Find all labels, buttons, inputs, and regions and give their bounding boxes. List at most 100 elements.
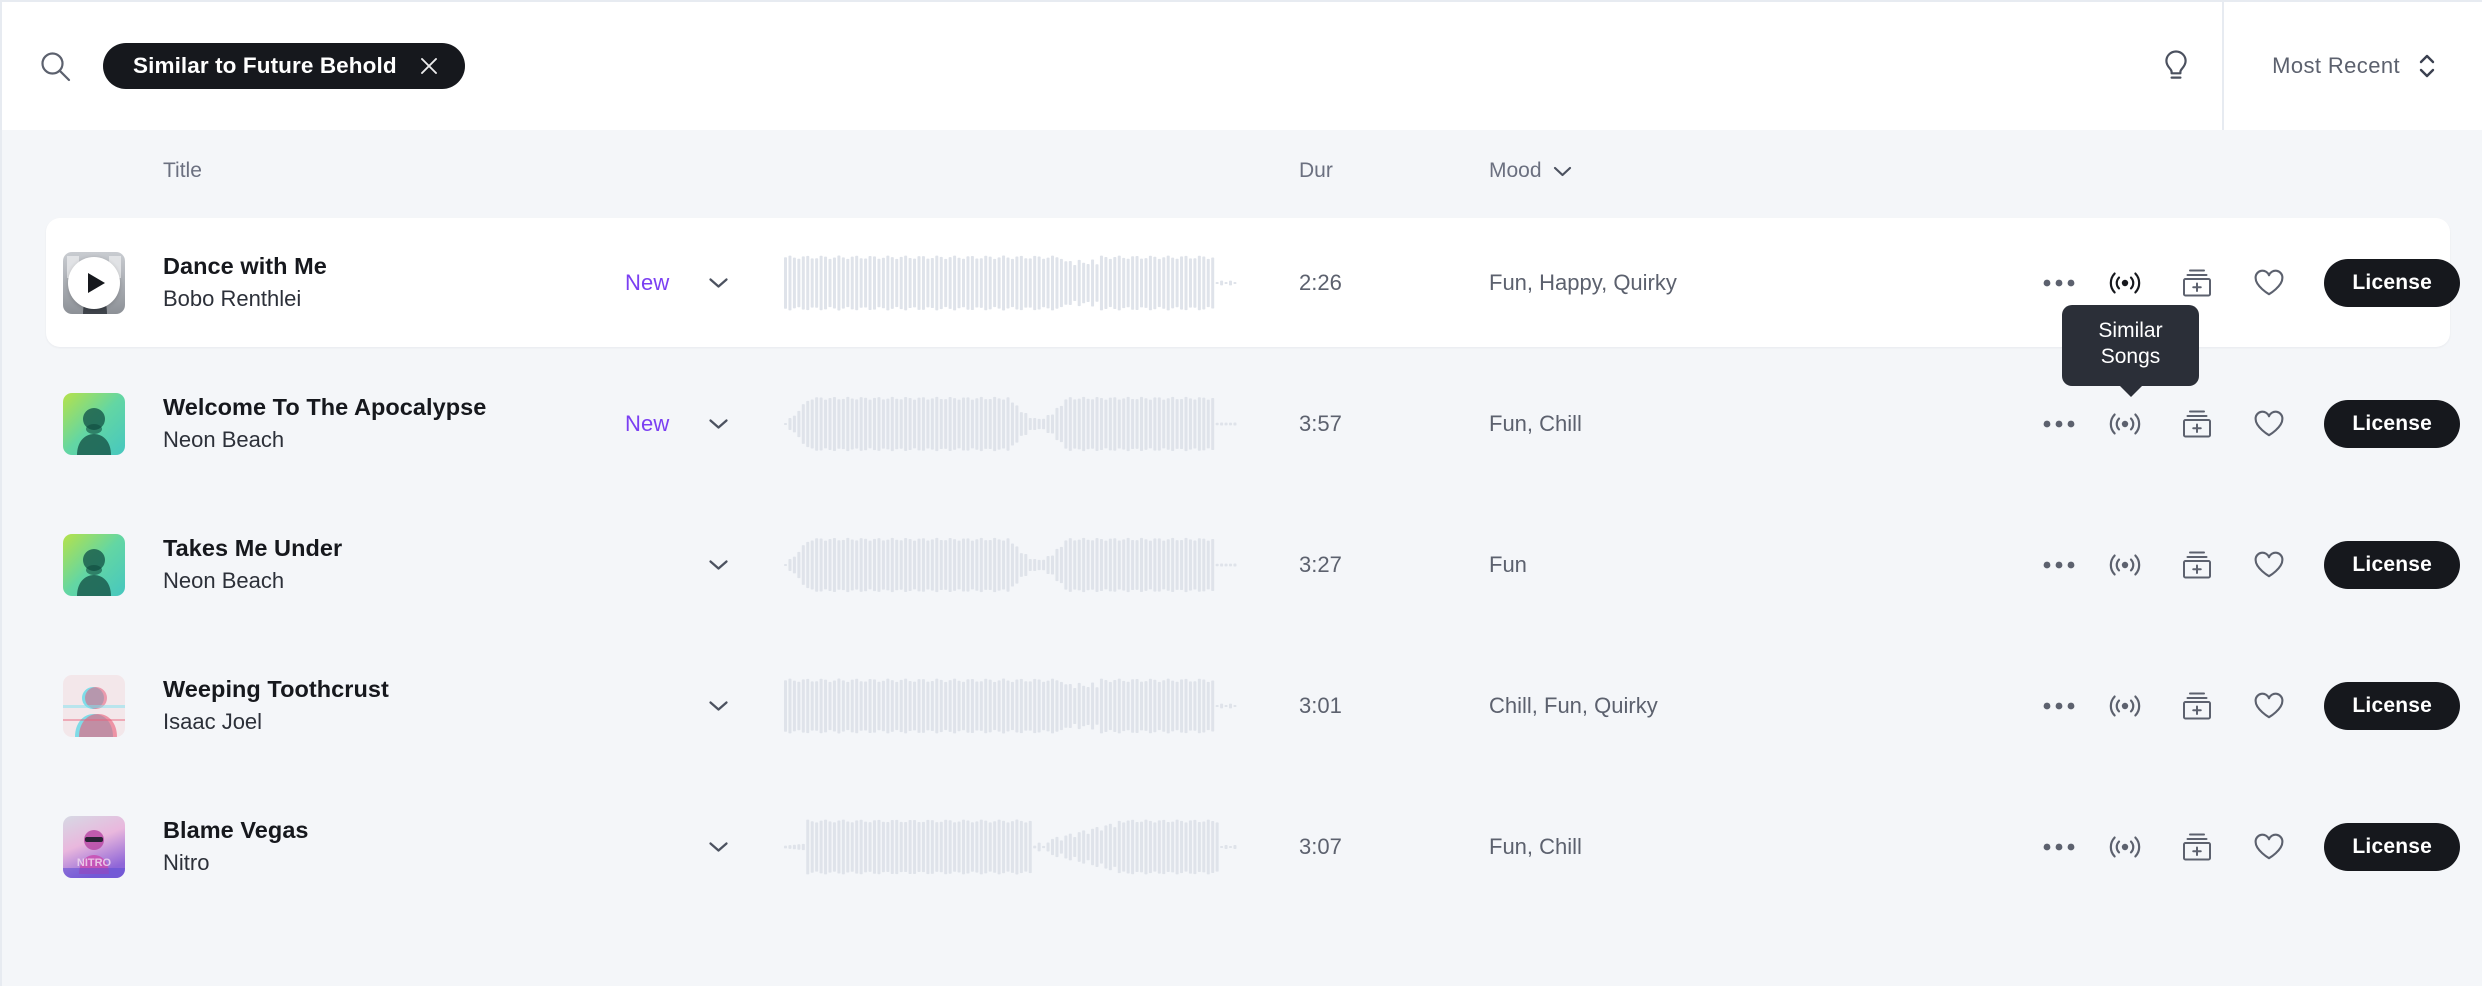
similar-songs-icon[interactable] [2094, 268, 2156, 298]
waveform[interactable] [784, 819, 1242, 875]
expand-row-chevron-icon[interactable] [708, 558, 729, 571]
track-artwork-wrap [63, 392, 125, 455]
track-title: Dance with Me [163, 253, 327, 279]
table-column-headers: Title Dur Mood [2, 130, 2482, 212]
track-title: Welcome To The Apocalypse [163, 394, 487, 420]
row-content: Weeping Toothcrust Isaac Joel 3:01 Chill… [2, 635, 2482, 776]
add-to-playlist-icon[interactable] [2166, 550, 2228, 580]
sort-control[interactable]: Most Recent [2224, 2, 2482, 130]
track-artwork [63, 533, 125, 596]
ellipsis-icon[interactable] [2028, 419, 2090, 429]
track-artwork [63, 674, 125, 737]
track-artwork [63, 392, 125, 455]
track-artist: Neon Beach [163, 427, 285, 452]
sort-updown-icon [2418, 52, 2436, 80]
waveform[interactable] [784, 396, 1242, 452]
expand-row-chevron-icon[interactable] [708, 699, 729, 712]
track-row-list: Dance with Me Bobo Renthlei New 2:26 Fun… [2, 212, 2482, 917]
heart-icon[interactable] [2238, 832, 2300, 861]
track-title: Blame Vegas [163, 817, 309, 843]
heart-icon[interactable] [2238, 691, 2300, 720]
track-mood: Chill, Fun, Quirky [1489, 692, 1658, 718]
row-content: Welcome To The Apocalypse Neon Beach New… [2, 353, 2482, 494]
close-icon[interactable] [419, 56, 439, 76]
lightbulb-icon[interactable] [2130, 2, 2222, 130]
track-artist: Isaac Joel [163, 709, 263, 734]
table-row[interactable]: Weeping Toothcrust Isaac Joel 3:01 Chill… [2, 635, 2482, 776]
track-badge-column: New [625, 270, 755, 296]
similar-songs-icon[interactable] [2094, 691, 2156, 721]
track-meta: Dance with Me Bobo Renthlei [163, 253, 327, 312]
ellipsis-icon[interactable] [2028, 701, 2090, 711]
track-mood: Fun [1489, 551, 1527, 577]
waveform[interactable] [784, 678, 1242, 734]
track-meta: Blame Vegas Nitro [163, 817, 309, 876]
table-row[interactable]: Dance with Me Bobo Renthlei New 2:26 Fun… [2, 212, 2482, 353]
track-artwork-wrap [63, 533, 125, 596]
ellipsis-icon[interactable] [2028, 560, 2090, 570]
play-icon [88, 272, 105, 293]
waveform[interactable] [784, 537, 1242, 593]
track-mood: Fun, Chill [1489, 833, 1582, 859]
column-header-mood[interactable]: Mood [1489, 159, 1572, 183]
svg-text:NITRO: NITRO [77, 857, 112, 869]
expand-row-chevron-icon[interactable] [708, 417, 729, 430]
track-artist: Bobo Renthlei [163, 286, 302, 311]
track-artwork: NITRO [63, 815, 125, 878]
search-filter-chip-label: Similar to Future Behold [133, 53, 397, 78]
track-mood: Fun, Chill [1489, 410, 1582, 436]
row-actions: License [2028, 540, 2482, 589]
row-actions: License [2028, 681, 2482, 730]
table-row[interactable]: NITRO Blame Vegas Nitro 3:07 Fun, Chill [2, 776, 2482, 917]
search-icon[interactable] [38, 49, 72, 83]
track-meta: Weeping Toothcrust Isaac Joel [163, 676, 389, 735]
expand-row-chevron-icon[interactable] [708, 840, 729, 853]
similar-songs-icon[interactable] [2094, 832, 2156, 862]
row-actions: License [2028, 399, 2482, 448]
search-filter-chip[interactable]: Similar to Future Behold [103, 43, 465, 89]
column-header-mood-label: Mood [1489, 159, 1542, 182]
track-duration: 3:01 [1299, 692, 1342, 718]
heart-icon[interactable] [2238, 268, 2300, 297]
track-artwork-wrap [63, 674, 125, 737]
license-button[interactable]: License [2324, 681, 2460, 730]
track-artwork-wrap: NITRO [63, 815, 125, 878]
track-artwork-wrap [63, 251, 125, 314]
license-button[interactable]: License [2324, 540, 2460, 589]
track-title: Weeping Toothcrust [163, 676, 389, 702]
similar-songs-icon[interactable] [2094, 409, 2156, 439]
track-artist: Nitro [163, 850, 210, 875]
license-button[interactable]: License [2324, 822, 2460, 871]
expand-row-chevron-icon[interactable] [708, 276, 729, 289]
track-meta: Takes Me Under Neon Beach [163, 535, 342, 594]
music-library-app: Similar to Future Behold Most Recent Tit… [0, 0, 2482, 986]
sort-label: Most Recent [2272, 53, 2400, 78]
add-to-playlist-icon[interactable] [2166, 691, 2228, 721]
heart-icon[interactable] [2238, 409, 2300, 438]
table-row[interactable]: Welcome To The Apocalypse Neon Beach New… [2, 353, 2482, 494]
track-title: Takes Me Under [163, 535, 343, 561]
waveform[interactable] [784, 255, 1242, 311]
row-actions: License [2028, 822, 2482, 871]
license-button[interactable]: License [2324, 258, 2460, 307]
row-content: NITRO Blame Vegas Nitro 3:07 Fun, Chill [2, 776, 2482, 917]
app-header: Similar to Future Behold Most Recent [0, 0, 2482, 130]
ellipsis-icon[interactable] [2028, 842, 2090, 852]
add-to-playlist-icon[interactable] [2166, 832, 2228, 862]
row-actions: License [2028, 258, 2482, 307]
track-duration: 2:26 [1299, 269, 1342, 295]
heart-icon[interactable] [2238, 550, 2300, 579]
track-mood: Fun, Happy, Quirky [1489, 269, 1677, 295]
row-content: Takes Me Under Neon Beach 3:27 Fun Licen… [2, 494, 2482, 635]
chevron-down-icon [1553, 165, 1572, 177]
add-to-playlist-icon[interactable] [2166, 268, 2228, 298]
track-duration: 3:57 [1299, 410, 1342, 436]
table-row[interactable]: Takes Me Under Neon Beach 3:27 Fun Licen… [2, 494, 2482, 635]
ellipsis-icon[interactable] [2028, 278, 2090, 288]
add-to-playlist-icon[interactable] [2166, 409, 2228, 439]
track-duration: 3:27 [1299, 551, 1342, 577]
track-meta: Welcome To The Apocalypse Neon Beach [163, 394, 486, 453]
similar-songs-icon[interactable] [2094, 550, 2156, 580]
license-button[interactable]: License [2324, 399, 2460, 448]
play-button[interactable] [68, 256, 120, 309]
